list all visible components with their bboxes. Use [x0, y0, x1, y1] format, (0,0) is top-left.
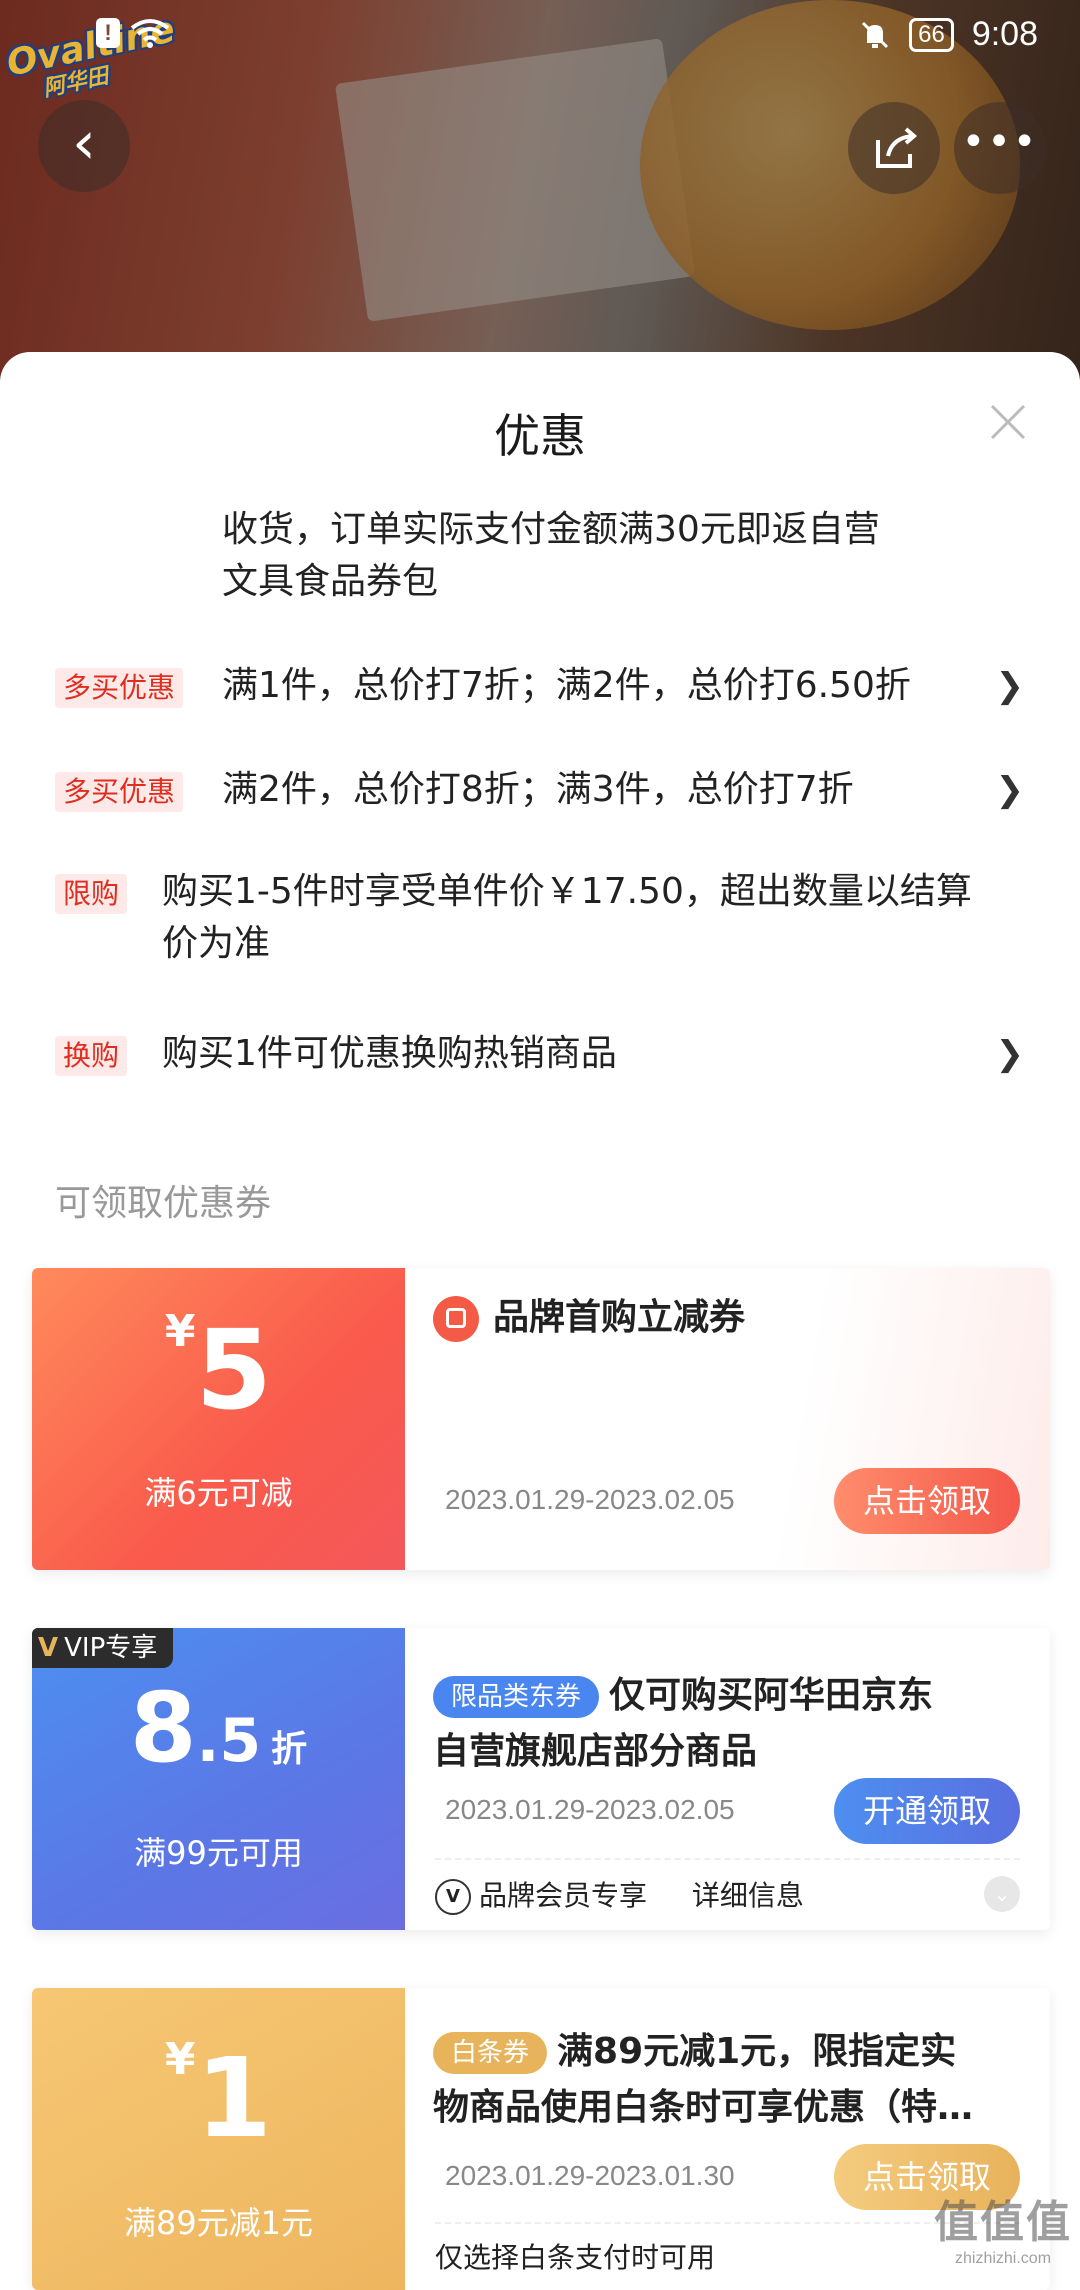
coupon-title: 品牌首购立减券	[433, 1290, 1010, 1346]
promotions-sheet: 优惠 收货，订单实际支付金额满30元即返自营 文具食品券包 多买优惠 满1件，总…	[0, 352, 1080, 2290]
coupon-title-line: 自营旗舰店部分商品	[433, 1731, 758, 1772]
sheet-title: 优惠	[494, 409, 586, 463]
coupon-title-line: 物商品使用白条时可享优惠（特…	[433, 2087, 974, 2128]
dashed-divider	[435, 2222, 1020, 2224]
more-options-button[interactable]: •••	[954, 102, 1046, 194]
coupon-value-panel: ¥5 满6元可减	[32, 1268, 405, 1570]
coupon-condition: 满99元可用	[134, 1834, 303, 1872]
watermark-url: zhizhizhi.com	[954, 2250, 1052, 2267]
coupon-title-line: 仅可购买阿华田京东	[609, 1675, 934, 1716]
coupon-condition: 满6元可减	[144, 1474, 293, 1512]
coupon-info-panel: 限品类东券 仅可购买阿华田京东 自营旗舰店部分商品 2023.01.29-2023…	[405, 1628, 1050, 1930]
coupon-value-panel: ¥1 满89元减1元	[32, 1988, 405, 2290]
coupon-amount: ¥5	[32, 1306, 405, 1434]
coupon-amount: ¥1	[32, 2034, 405, 2162]
vip-badge-text: VIP专享	[64, 1633, 158, 1663]
mute-bell-icon	[862, 21, 889, 48]
coupon-amount: 8.5 折	[32, 1672, 405, 1784]
notification-alert-icon: !	[96, 18, 120, 48]
activate-claim-button[interactable]: 开通领取	[834, 1778, 1020, 1844]
currency-symbol: ¥	[164, 1306, 196, 1357]
coupon-title-line: 满89元减1元，限指定实	[557, 2031, 957, 2072]
coupon-value: 1	[195, 2034, 273, 2162]
coupon-value-panel: V VIP专享 8.5 折 满99元可用	[32, 1628, 405, 1930]
currency-symbol: ¥	[164, 2034, 196, 2085]
wifi-icon	[130, 19, 170, 48]
promo-text: 购买1-5件时享受单件价￥17.50，超出数量以结算 价为准	[162, 866, 972, 970]
coupon-condition: 满89元减1元	[123, 2204, 314, 2242]
chevron-right-icon: ❯	[995, 770, 1025, 810]
promo-text-line: 购买1-5件时享受单件价￥17.50，超出数量以结算	[162, 871, 972, 912]
coupon-validity-date: 2023.01.29-2023.02.05	[445, 1484, 735, 1515]
promo-tag: 多买优惠	[55, 772, 184, 812]
coupon-info-panel: 品牌首购立减券 2023.01.29-2023.02.05 点击领取	[405, 1268, 1050, 1570]
close-icon[interactable]	[988, 402, 1028, 442]
coupon-card-baitiao: ¥1 满89元减1元 白条券 满89元减1元，限指定实 物商品使用白条时可享优惠（…	[32, 1988, 1050, 2290]
chevron-right-icon: ❯	[995, 666, 1025, 706]
coupon-footnote: 仅选择白条支付时可用	[435, 2241, 716, 2274]
promo-text: 满1件，总价打7折；满2件，总价打6.50折	[222, 665, 911, 706]
back-button[interactable]: ‹	[38, 100, 130, 192]
battery-indicator: 66	[909, 17, 954, 52]
dashed-divider	[435, 1858, 1020, 1860]
coupon-title: 白条券 满89元减1元，限指定实 物商品使用白条时可享优惠（特…	[433, 2024, 1010, 2136]
promo-text-line: 收货，订单实际支付金额满30元即返自营	[222, 509, 880, 550]
chevron-right-icon: ❯	[995, 1034, 1025, 1074]
promo-text: 购买1件可优惠换购热销商品	[162, 1033, 617, 1074]
share-icon	[876, 127, 918, 168]
promo-text: 满2件，总价打8折；满3件，总价打7折	[222, 769, 854, 810]
member-note-text: 品牌会员专享	[479, 1879, 648, 1912]
shop-bag-icon	[433, 1296, 479, 1342]
claim-coupon-button[interactable]: 点击领取	[834, 1468, 1020, 1534]
promo-item-return-coupon: 收货，订单实际支付金额满30元即返自营 文具食品券包	[222, 504, 880, 608]
coupon-title: 限品类东券 仅可购买阿华田京东 自营旗舰店部分商品	[433, 1668, 1010, 1780]
chevron-left-icon: ‹	[72, 108, 96, 178]
status-bar: ! 66 9:08	[0, 0, 1080, 70]
chevron-down-icon[interactable]: ⌄	[984, 1876, 1020, 1912]
coupon-value: 8	[129, 1672, 197, 1784]
coupon-card-vip: V VIP专享 8.5 折 满99元可用 限品类东券 仅可购买阿华田京东 自营旗舰店部…	[32, 1628, 1050, 1930]
clock: 9:08	[971, 15, 1038, 53]
coupon-type-pill: 限品类东券	[433, 1676, 600, 1718]
coupon-validity-date: 2023.01.29-2023.02.05	[445, 1794, 735, 1825]
vip-v-icon: V	[38, 1633, 59, 1663]
coupon-value-decimal: .5	[196, 1706, 262, 1776]
promo-text-line: 价为准	[162, 923, 271, 964]
member-v-icon: V	[435, 1879, 471, 1915]
coupons-section-label: 可领取优惠券	[55, 1183, 272, 1224]
site-watermark: 值值值 zhizhizhi.com	[934, 2186, 1072, 2268]
promo-tag: 换购	[55, 1036, 128, 1076]
coupon-unit: 折	[271, 1729, 308, 1770]
promo-tag: 多买优惠	[55, 668, 184, 708]
watermark-text: 值值值	[934, 2197, 1072, 2248]
coupon-validity-date: 2023.01.29-2023.01.30	[445, 2160, 735, 2191]
member-note: V 品牌会员专享 详细信息	[435, 1874, 804, 1915]
coupon-card-brand-first: ¥5 满6元可减 品牌首购立减券 2023.01.29-2023.02.05 点…	[32, 1268, 1050, 1570]
vip-badge: V VIP专享	[32, 1628, 174, 1668]
coupon-type-pill: 白条券	[433, 2032, 548, 2074]
more-dots-icon: •••	[961, 119, 1039, 165]
promo-tag: 限购	[55, 874, 128, 914]
promo-text-line: 文具食品券包	[222, 561, 439, 602]
share-button[interactable]	[848, 102, 940, 194]
details-link[interactable]: 详细信息	[692, 1879, 804, 1912]
coupon-value: 5	[195, 1306, 273, 1434]
coupon-title-text: 品牌首购立减券	[493, 1297, 746, 1338]
